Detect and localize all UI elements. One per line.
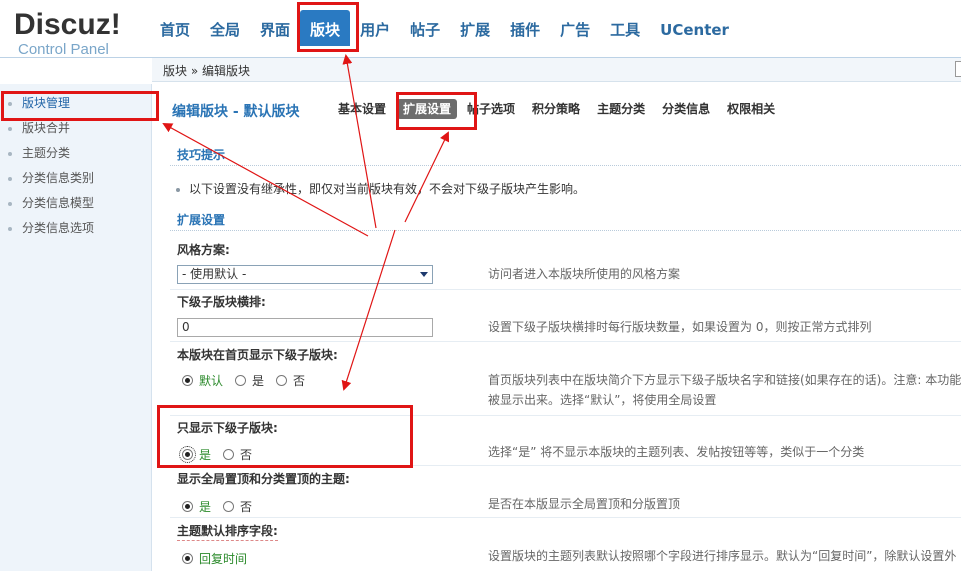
breadcrumb-bar: 版块 » 编辑版块	[152, 58, 961, 82]
radio-no[interactable]: 否	[276, 372, 305, 389]
settings-tabs: 基本设置 扩展设置 帖子选项 积分策略 主题分类 分类信息 权限相关	[338, 99, 792, 119]
bullet-icon	[8, 127, 12, 131]
breadcrumb: 版块 » 编辑版块	[163, 64, 250, 78]
top-header: Discuz! Control Panel 首页 全局 界面 版块 用户 帖子 …	[0, 0, 961, 58]
sidebar-item-label: 分类信息选项	[22, 221, 95, 235]
style-scheme-select[interactable]: - 使用默认 -	[177, 265, 433, 284]
nav-global[interactable]: 全局	[200, 14, 250, 46]
sort-field-radios: 回复时间	[182, 550, 259, 567]
discuz-logo[interactable]: Discuz! Control Panel	[14, 8, 149, 58]
global-sticky-note: 是否在本版显示全局置顶和分版置顶	[488, 497, 681, 511]
sidebar-item-label: 主题分类	[22, 146, 71, 160]
nav-users[interactable]: 用户	[350, 14, 400, 46]
radio-button-icon[interactable]	[223, 501, 235, 512]
nav-interface[interactable]: 界面	[250, 14, 300, 46]
bullet-icon	[8, 152, 12, 156]
nav-forums[interactable]: 版块	[300, 10, 351, 46]
tab-permissions[interactable]: 权限相关	[727, 99, 775, 119]
radio-button-icon[interactable]	[182, 501, 193, 512]
page-title: 编辑版块 - 默认版块	[172, 104, 300, 120]
main-content: 编辑版块 - 默认版块 基本设置 扩展设置 帖子选项 积分策略 主题分类 分类信…	[152, 84, 961, 571]
nav-home[interactable]: 首页	[150, 14, 200, 46]
chevron-down-icon[interactable]	[420, 272, 428, 277]
radio-button-icon[interactable]	[182, 553, 193, 564]
radio-yes[interactable]: 是	[235, 372, 264, 389]
radio-button-icon[interactable]	[235, 375, 247, 386]
nav-extend[interactable]: 扩展	[450, 14, 500, 46]
sidebar-item-label: 版块管理	[22, 96, 71, 110]
radio-button-icon[interactable]	[276, 375, 288, 386]
sidebar-item-class-category[interactable]: 分类信息类别	[0, 166, 151, 191]
radio-button-icon[interactable]	[223, 449, 235, 460]
extended-settings-heading: 扩展设置	[170, 209, 961, 231]
sub-forum-columns-note: 设置下级子版块横排时每行版块数量，如果设置为 0，则按正常方式排列	[488, 320, 872, 334]
radio-last-reply[interactable]: 回复时间	[182, 550, 247, 567]
sidebar-item-forum-merge[interactable]: 版块合并	[0, 116, 151, 141]
logo-subtitle: Control Panel	[18, 41, 109, 58]
show-subforums-note-line1: 首页版块列表中在版块简介下方显示下级子版块名字和链接(如果存在的话)。注意: 本…	[488, 373, 961, 387]
style-scheme-value: - 使用默认 -	[182, 267, 247, 281]
divider	[170, 289, 961, 290]
bullet-icon	[8, 102, 12, 106]
nav-plugins[interactable]: 插件	[500, 14, 550, 46]
sort-field-label: 主题默认排序字段:	[177, 522, 278, 541]
divider	[170, 415, 961, 416]
style-scheme-note: 访问者进入本版块所使用的风格方案	[488, 267, 681, 281]
divider	[170, 517, 961, 518]
show-subforums-radios: 默认 是 否	[182, 372, 317, 389]
show-subforums-label: 本版块在首页显示下级子版块:	[177, 348, 338, 362]
bullet-icon	[176, 187, 180, 192]
sort-field-note: 设置版块的主题列表默认按照哪个字段进行排序显示。默认为“回复时间”，除默认设置外	[488, 549, 957, 563]
tab-basic[interactable]: 基本设置	[338, 99, 386, 119]
tip-text-line: 以下设置没有继承性，即仅对当前版块有效，不会对下级子版块产生影响。	[176, 180, 585, 197]
only-subforums-radios: 是 否	[179, 446, 264, 463]
only-subforums-note: 选择“是” 将不显示本版块的主题列表、发帖按钮等等，类似于一个分类	[488, 445, 865, 459]
nav-ads[interactable]: 广告	[550, 14, 600, 46]
sidebar-item-class-model[interactable]: 分类信息模型	[0, 191, 151, 216]
sidebar-item-forum-manage[interactable]: 版块管理	[0, 91, 151, 116]
bullet-icon	[8, 202, 12, 206]
radio-button-icon[interactable]	[182, 375, 193, 386]
sidebar-item-label: 版块合并	[22, 121, 71, 135]
only-subforums-label: 只显示下级子版块:	[177, 421, 278, 435]
show-subforums-note-line2: 被显示出来。选择“默认”，将使用全局设置	[488, 393, 717, 407]
radio-yes[interactable]: 是	[179, 446, 211, 463]
radio-yes[interactable]: 是	[182, 498, 211, 515]
global-sticky-label: 显示全局置顶和分类置顶的主题:	[177, 472, 350, 486]
nav-posts[interactable]: 帖子	[400, 14, 450, 46]
bullet-icon	[8, 177, 12, 181]
sub-forum-columns-input[interactable]: 0	[177, 318, 433, 337]
tab-credits[interactable]: 积分策略	[532, 99, 580, 119]
tips-heading: 技巧提示	[170, 144, 961, 166]
sidebar-item-label: 分类信息类别	[22, 171, 95, 185]
nav-ucenter[interactable]: UCenter	[650, 14, 739, 46]
style-scheme-label: 风格方案:	[177, 243, 230, 257]
tab-extended[interactable]: 扩展设置	[397, 99, 458, 119]
radio-no[interactable]: 否	[223, 498, 252, 515]
nav-tools[interactable]: 工具	[600, 14, 650, 46]
search-box-edge[interactable]	[955, 61, 961, 77]
logo-brand: Discuz!	[14, 8, 121, 41]
radio-button-icon[interactable]	[179, 446, 196, 463]
sidebar-item-thread-types[interactable]: 主题分类	[0, 141, 151, 166]
radio-no[interactable]: 否	[223, 446, 252, 463]
radio-default[interactable]: 默认	[182, 372, 223, 389]
sidebar-item-label: 分类信息模型	[22, 196, 95, 210]
tip-text: 以下设置没有继承性，即仅对当前版块有效，不会对下级子版块产生影响。	[189, 182, 586, 196]
sub-forum-columns-label: 下级子版块横排:	[177, 295, 266, 309]
tab-thread-types[interactable]: 主题分类	[597, 99, 645, 119]
global-sticky-radios: 是 否	[182, 498, 264, 515]
tab-class-info[interactable]: 分类信息	[662, 99, 710, 119]
tab-post-options[interactable]: 帖子选项	[467, 99, 515, 119]
divider	[170, 465, 961, 466]
control-panel-window: Discuz! Control Panel 首页 全局 界面 版块 用户 帖子 …	[0, 0, 961, 571]
sidebar: 版块管理 版块合并 主题分类 分类信息类别 分类信息模型 分类信息选项	[0, 84, 152, 571]
divider	[170, 341, 961, 342]
main-nav: 首页 全局 界面 版块 用户 帖子 扩展 插件 广告 工具 UCenter	[150, 10, 739, 46]
sidebar-item-class-options[interactable]: 分类信息选项	[0, 216, 151, 241]
bullet-icon	[8, 227, 12, 231]
